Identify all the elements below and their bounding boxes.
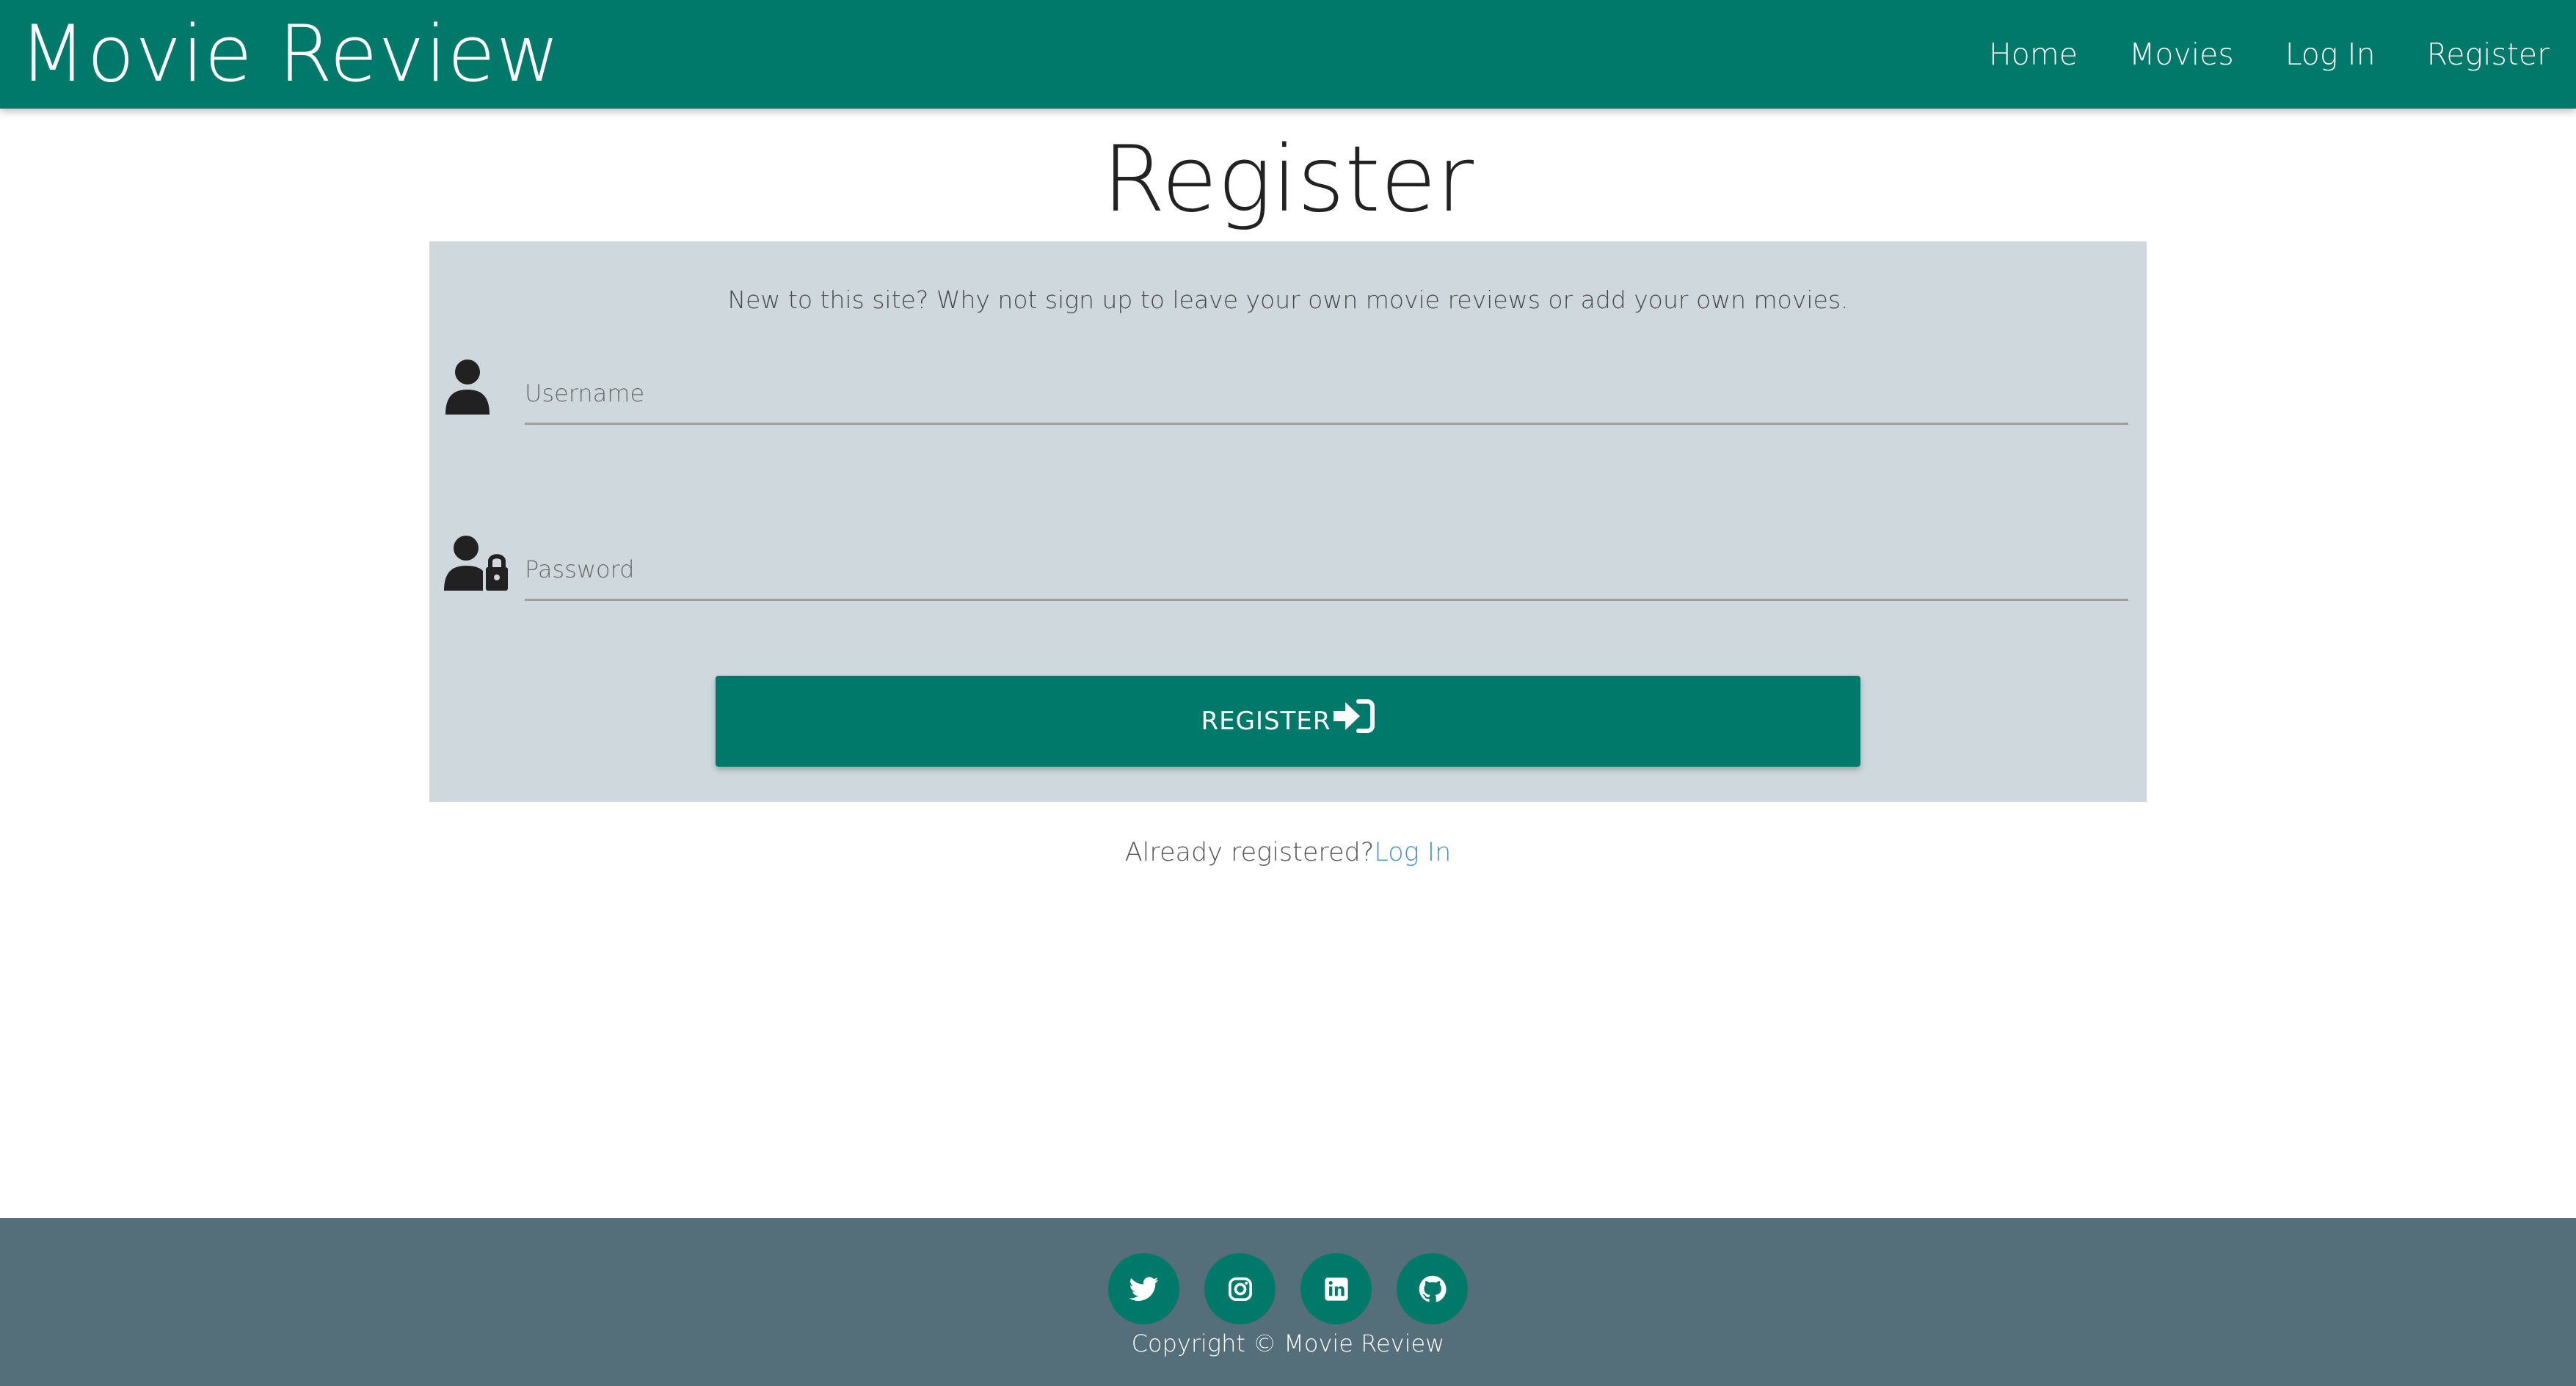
instagram-icon[interactable] [1204, 1253, 1276, 1324]
nav-movies[interactable]: Movies [2129, 37, 2234, 72]
footer: Copyright © Movie Review [0, 1218, 2576, 1386]
login-prompt: Already registered?Log In [0, 838, 2576, 867]
register-button-label: REGISTER [1201, 707, 1331, 736]
login-prompt-text: Already registered? [1124, 838, 1375, 867]
nav-home[interactable]: Home [1989, 37, 2078, 72]
nav-links: Home Movies Log In Register [1989, 0, 2550, 109]
github-icon[interactable] [1397, 1253, 1468, 1324]
copyright-text: Copyright © Movie Review [1131, 1330, 1445, 1357]
register-button[interactable]: REGISTER [716, 676, 1860, 767]
password-input[interactable] [525, 547, 2128, 591]
username-input[interactable] [525, 371, 2128, 415]
nav-log-in[interactable]: Log In [2285, 37, 2376, 72]
user-lock-icon [444, 535, 510, 594]
twitter-icon[interactable] [1108, 1253, 1179, 1324]
nav-register[interactable]: Register [2427, 37, 2550, 72]
login-link[interactable]: Log In [1374, 838, 1451, 867]
sign-in-icon [1331, 699, 1375, 740]
social-links [0, 1253, 2576, 1324]
register-form: New to this site? Why not sign up to lea… [429, 241, 2147, 802]
navbar: Movie Review Home Movies Log In Register [0, 0, 2576, 109]
user-icon [444, 359, 510, 417]
brand-logo[interactable]: Movie Review [19, 7, 561, 101]
username-field [525, 354, 2128, 425]
page-title: Register [1102, 127, 1474, 233]
form-intro-text: New to this site? Why not sign up to lea… [727, 285, 1849, 314]
linkedin-icon[interactable] [1300, 1253, 1372, 1324]
password-field [525, 530, 2128, 601]
